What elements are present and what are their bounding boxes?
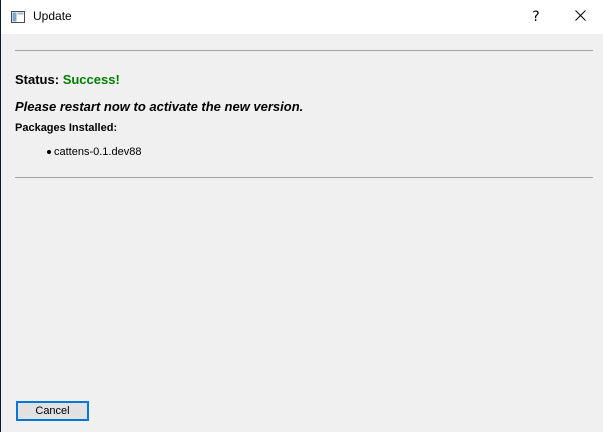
help-button[interactable]: ? [514, 0, 558, 34]
list-item: cattens-0.1.dev88 [47, 146, 141, 158]
update-dialog: Update ? Status: Success! Please restart… [0, 0, 603, 432]
app-window-icon [11, 10, 25, 23]
bottom-divider [15, 177, 593, 178]
close-button[interactable] [558, 0, 602, 34]
title-bar[interactable]: Update ? [1, 0, 603, 34]
restart-message: Please restart now to activate the new v… [15, 99, 304, 114]
status-value: Success! [62, 72, 120, 87]
package-list: cattens-0.1.dev88 [47, 146, 141, 158]
bullet-icon [47, 150, 51, 154]
package-name: cattens-0.1.dev88 [54, 146, 142, 158]
close-icon [574, 8, 586, 26]
packages-installed-label: Packages Installed: [15, 122, 118, 134]
status-label: Status: [15, 72, 60, 87]
help-icon: ? [532, 9, 540, 25]
top-divider [15, 50, 593, 51]
window-title: Update [33, 9, 72, 23]
cancel-button[interactable]: Cancel [16, 401, 89, 421]
status-line: Status: Success! [15, 72, 120, 87]
